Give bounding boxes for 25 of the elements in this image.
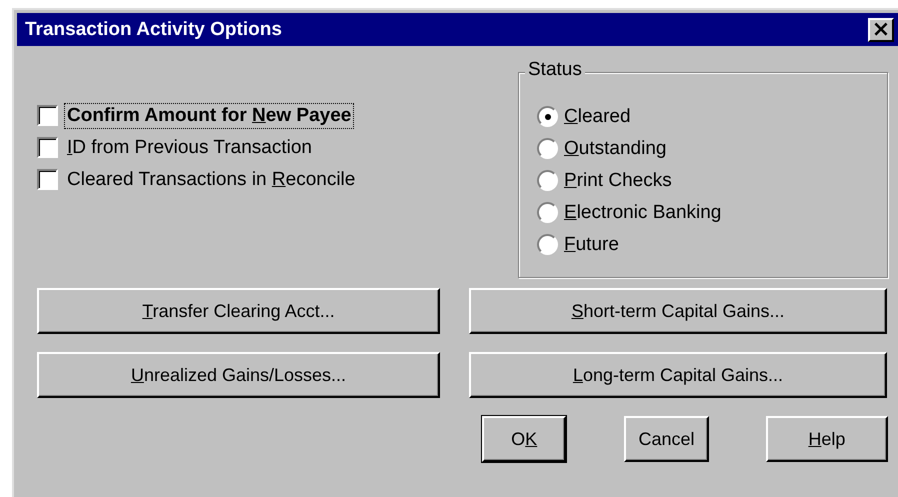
checkbox[interactable] bbox=[37, 137, 58, 158]
checkbox[interactable] bbox=[37, 105, 58, 126]
radio-button[interactable] bbox=[537, 202, 558, 223]
dialog-button[interactable]: Cancel bbox=[624, 416, 709, 462]
checkbox[interactable] bbox=[37, 169, 58, 190]
radio-label[interactable]: Outstanding bbox=[564, 138, 666, 160]
checkbox-label[interactable]: Confirm Amount for New Payee bbox=[64, 102, 354, 128]
dialog-button[interactable]: Help bbox=[766, 416, 888, 462]
radio-label[interactable]: Print Checks bbox=[564, 170, 672, 192]
option-button[interactable]: Short-term Capital Gains... bbox=[469, 288, 887, 334]
checkbox-label[interactable]: Cleared Transactions in Reconcile bbox=[64, 166, 358, 192]
radio-button[interactable] bbox=[537, 170, 558, 191]
radio-button[interactable] bbox=[537, 138, 558, 159]
checkbox-label[interactable]: ID from Previous Transaction bbox=[64, 134, 315, 160]
radio-button[interactable] bbox=[537, 106, 558, 127]
option-button[interactable]: Unrealized Gains/Losses... bbox=[37, 352, 440, 398]
radio-button[interactable] bbox=[537, 234, 558, 255]
radio-label[interactable]: Cleared bbox=[564, 106, 631, 128]
radio-label[interactable]: Future bbox=[564, 234, 619, 256]
close-button[interactable]: × bbox=[868, 18, 894, 42]
option-button[interactable]: Transfer Clearing Acct... bbox=[37, 288, 440, 334]
dialog-button[interactable]: OK bbox=[482, 416, 566, 462]
window-title: Transaction Activity Options bbox=[25, 18, 282, 40]
radio-label[interactable]: Electronic Banking bbox=[564, 202, 722, 224]
option-button[interactable]: Long-term Capital Gains... bbox=[469, 352, 887, 398]
